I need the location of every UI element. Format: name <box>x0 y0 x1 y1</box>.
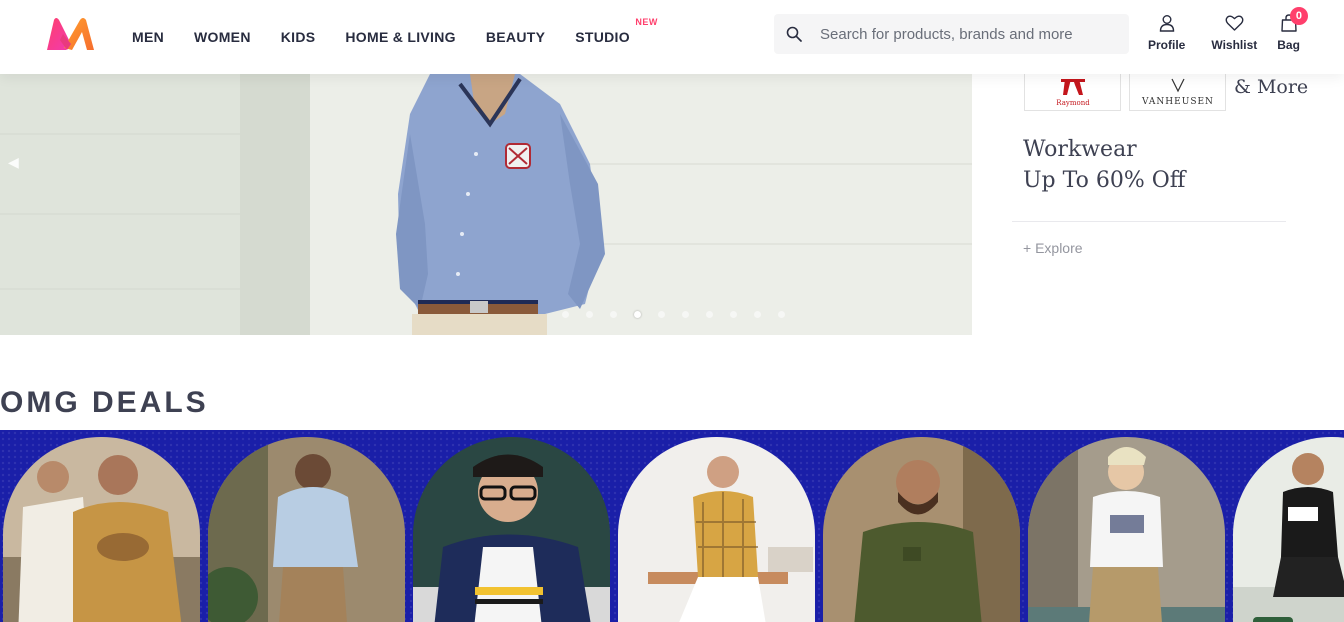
slide-dot[interactable] <box>658 311 665 318</box>
bag-button[interactable]: 0 Bag <box>1277 7 1308 52</box>
new-badge: NEW <box>635 17 658 27</box>
slide-dot[interactable] <box>730 311 737 318</box>
deals-carousel <box>0 430 1344 622</box>
deal-card[interactable] <box>3 437 200 622</box>
wishlist-button[interactable]: Wishlist <box>1211 14 1257 52</box>
deal-card[interactable] <box>823 437 1020 622</box>
slide-dot[interactable] <box>682 311 689 318</box>
chevron-left-icon[interactable]: ◀ <box>8 154 19 171</box>
explore-link[interactable]: + Explore <box>1023 240 1083 256</box>
profile-button[interactable]: Profile <box>1148 14 1185 52</box>
nav-men[interactable]: MEN <box>132 29 164 45</box>
deal-card[interactable] <box>1233 437 1344 622</box>
svg-text:VANHEUSEN: VANHEUSEN <box>1141 97 1214 107</box>
deal-image <box>618 437 815 622</box>
slide-dot[interactable] <box>610 311 617 318</box>
nav-studio[interactable]: STUDIO NEW <box>575 17 657 45</box>
header-actions: Profile Wishlist 0 Bag <box>1148 7 1318 52</box>
wishlist-label: Wishlist <box>1211 38 1258 52</box>
van-heusen-logo[interactable]: VANHEUSEN <box>1129 74 1226 111</box>
nav-home-living[interactable]: HOME & LIVING <box>345 29 455 45</box>
deal-image <box>823 437 1020 622</box>
nav-kids[interactable]: KIDS <box>281 29 316 45</box>
section-title: OMG DEALS <box>0 386 209 419</box>
svg-text:Raymond: Raymond <box>1056 99 1090 107</box>
deal-image <box>413 437 610 622</box>
slide-dot[interactable] <box>754 311 761 318</box>
promo-title: Workwear Up To 60% Off <box>1023 134 1185 196</box>
deal-image <box>3 437 200 622</box>
deal-card[interactable] <box>208 437 405 622</box>
bag-count-badge: 0 <box>1289 7 1308 25</box>
search-bar[interactable] <box>774 14 1129 54</box>
site-header: MEN WOMEN KIDS HOME & LIVING BEAUTY STUD… <box>0 0 1344 74</box>
deal-card[interactable] <box>618 437 815 622</box>
slide-dot[interactable] <box>778 311 785 318</box>
profile-label: Profile <box>1148 38 1186 52</box>
slide-dot[interactable] <box>586 311 593 318</box>
main-nav: MEN WOMEN KIDS HOME & LIVING BEAUTY STUD… <box>132 0 660 74</box>
bag-label: Bag <box>1277 38 1300 52</box>
slide-dot-active[interactable] <box>634 311 641 318</box>
raymond-logo[interactable]: Raymond <box>1024 74 1121 111</box>
promo-title-line-2: Up To 60% Off <box>1023 168 1186 193</box>
nav-women[interactable]: WOMEN <box>194 29 251 45</box>
more-brands-text: & More <box>1234 76 1309 98</box>
heart-icon <box>1225 15 1244 31</box>
banner-image <box>0 74 972 335</box>
slide-indicator <box>562 311 802 318</box>
search-icon[interactable] <box>786 26 802 42</box>
deal-card[interactable] <box>1028 437 1225 622</box>
deal-card[interactable] <box>413 437 610 622</box>
slide-dot[interactable] <box>706 311 713 318</box>
deal-image <box>1028 437 1225 622</box>
search-input[interactable] <box>820 25 1110 43</box>
myntra-logo[interactable] <box>44 14 98 54</box>
slide-dot[interactable] <box>562 311 569 318</box>
deal-image <box>1233 437 1344 622</box>
divider <box>1012 221 1286 222</box>
deal-image <box>208 437 405 622</box>
hero-banner[interactable]: ◀ <box>0 74 972 335</box>
nav-beauty[interactable]: BEAUTY <box>486 29 545 45</box>
profile-icon <box>1159 15 1174 32</box>
promo-title-line-1: Workwear <box>1023 137 1137 162</box>
promo-panel: Raymond VANHEUSEN & More Workwear Up To … <box>1012 74 1312 335</box>
